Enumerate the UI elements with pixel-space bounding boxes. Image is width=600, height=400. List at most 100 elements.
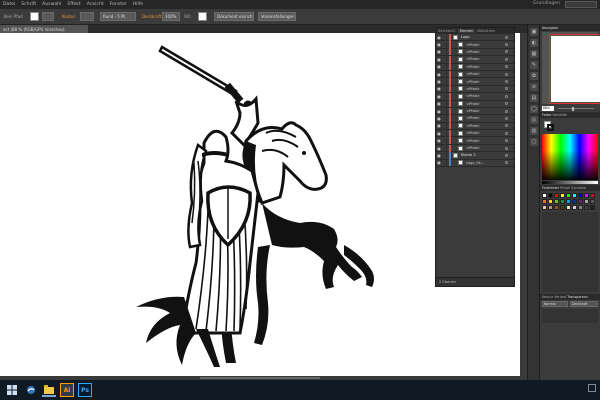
color-swatch[interactable] (572, 199, 577, 204)
opacity-label[interactable]: Deckkraft: (142, 14, 163, 19)
menu-help[interactable]: Hilfe (130, 2, 146, 7)
color-swatch[interactable] (542, 193, 547, 198)
stroke-tool-icon[interactable]: ≡ (530, 83, 538, 91)
transparency-tool-icon[interactable]: ◯ (530, 105, 538, 113)
sublayer-row[interactable]: ● Logo_Sk... (436, 159, 514, 168)
color-swatch[interactable] (548, 193, 553, 198)
sublayer-row[interactable]: ● <Pfad> (436, 122, 514, 131)
navigator-preview[interactable] (542, 32, 600, 104)
target-icon[interactable] (505, 35, 508, 39)
color-swatch[interactable] (548, 205, 553, 210)
color-swatch[interactable] (560, 193, 565, 198)
notification-icon[interactable] (588, 384, 596, 392)
color-spectrum[interactable] (542, 134, 598, 180)
lock-toggle[interactable] (442, 122, 447, 129)
target-icon[interactable] (505, 109, 508, 113)
layers-tool-icon[interactable]: ▥ (530, 127, 538, 135)
target-icon[interactable] (505, 80, 508, 84)
sublayer-row[interactable]: ● <Pfad> (436, 78, 514, 86)
preferences-button[interactable]: Voreinstellungen (258, 12, 296, 21)
lock-toggle[interactable] (442, 93, 447, 100)
lock-toggle[interactable] (442, 63, 447, 70)
menu-effect[interactable]: Effekt (64, 2, 83, 7)
sublayer-row[interactable]: ● <Pfad> (436, 55, 514, 64)
lock-toggle[interactable] (442, 152, 447, 159)
edge-icon[interactable] (24, 383, 38, 397)
sublayer-name[interactable]: <Pfad> (466, 109, 480, 113)
color-swatch[interactable] (548, 199, 553, 204)
fill-dropdown[interactable] (42, 12, 54, 21)
tab-brushes[interactable]: Pinsel (560, 186, 570, 190)
sublayer-row[interactable]: ● <Pfad> (436, 129, 514, 138)
lock-toggle[interactable] (442, 56, 447, 63)
tab-layers[interactable]: Ebenen (457, 29, 476, 33)
tab-symbols[interactable]: Symbole (571, 186, 586, 190)
target-icon[interactable] (505, 116, 508, 120)
color-swatch[interactable] (578, 205, 583, 210)
sublayer-row[interactable]: ● <Pfad> (436, 115, 514, 123)
color-swatch[interactable] (590, 205, 595, 210)
sublayer-row[interactable]: ● <Pfad> (436, 70, 514, 79)
stroke-label[interactable]: Kontur: (62, 14, 76, 19)
color-swatch[interactable] (590, 193, 595, 198)
target-icon[interactable] (505, 146, 508, 150)
zoom-field[interactable]: 88% (542, 106, 554, 111)
menu-select[interactable]: Auswahl (39, 2, 64, 7)
layer-row-ebene-2[interactable]: ● Ebene 2 (436, 151, 514, 160)
explorer-icon[interactable] (42, 383, 56, 397)
sublayer-row[interactable]: ● <Pfad> (436, 100, 514, 108)
color-swatch[interactable] (542, 205, 547, 210)
target-icon[interactable] (505, 87, 508, 91)
color-swatch[interactable] (566, 193, 571, 198)
target-icon[interactable] (505, 139, 508, 143)
sublayer-row[interactable]: ● <Pfad> (436, 144, 514, 153)
color-swatch[interactable] (554, 193, 559, 198)
opacity-field[interactable]: 100% (162, 12, 180, 21)
tab-transparency[interactable]: Transparenz (567, 295, 588, 299)
target-icon[interactable] (505, 50, 508, 54)
sublayer-row[interactable]: ● <Pfad> (436, 92, 514, 101)
artboards-tool-icon[interactable]: ▢ (530, 138, 538, 146)
layer-name[interactable]: Logo (461, 35, 470, 39)
sublayer-row[interactable]: ● <Pfad> (436, 63, 514, 71)
brushes-tool-icon[interactable]: ✎ (530, 61, 538, 69)
navigator-tab[interactable]: Navigator (540, 25, 600, 31)
sublayer-name[interactable]: <Pfad> (466, 72, 480, 76)
target-icon[interactable] (505, 72, 508, 76)
navigator-tool-icon[interactable]: ▣ (530, 28, 538, 36)
document-setup-button[interactable]: Dokument einrichten (214, 12, 254, 21)
target-icon[interactable] (505, 102, 508, 106)
color-swatch[interactable] (590, 199, 595, 204)
illustrator-icon[interactable]: Ai (60, 383, 74, 397)
lock-toggle[interactable] (442, 130, 447, 137)
target-icon[interactable] (505, 131, 508, 135)
lock-toggle[interactable] (442, 85, 447, 92)
style-swatch[interactable] (198, 12, 207, 21)
opacity-dropdown[interactable]: Deckkraft (570, 301, 598, 307)
sublayer-name[interactable]: <Pfad> (466, 80, 480, 84)
appearance-tool-icon[interactable]: ◎ (530, 116, 538, 124)
color-swatch[interactable] (542, 199, 547, 204)
target-icon[interactable] (505, 65, 508, 69)
document-tab[interactable]: ect (88 % (RGB/GPU Vorschau) (0, 25, 88, 33)
fill-swatch[interactable] (30, 12, 39, 21)
menu-view[interactable]: Ansicht (84, 2, 107, 7)
workspace-switcher[interactable]: Grundlagen (533, 1, 560, 6)
grayscale-ramp[interactable] (542, 181, 598, 184)
tab-color-guide[interactable]: Farbhilfe (552, 113, 567, 117)
sublayer-name[interactable]: <Pfad> (466, 102, 480, 106)
color-swatch[interactable] (578, 199, 583, 204)
lock-toggle[interactable] (442, 145, 447, 152)
sublayer-name[interactable]: <Pfad> (466, 50, 480, 54)
menu-window[interactable]: Fenster (107, 2, 130, 7)
color-swatch[interactable] (554, 205, 559, 210)
color-swatch[interactable] (566, 199, 571, 204)
color-swatch[interactable] (554, 199, 559, 204)
navigator-view-frame[interactable] (549, 34, 600, 104)
swatches-tool-icon[interactable]: ▦ (530, 50, 538, 58)
tab-swatches[interactable]: Farbfelder (542, 186, 559, 190)
lock-toggle[interactable] (442, 41, 447, 48)
windows-icon[interactable] (4, 383, 20, 397)
color-swatch[interactable] (578, 193, 583, 198)
zoom-slider[interactable] (558, 106, 594, 111)
